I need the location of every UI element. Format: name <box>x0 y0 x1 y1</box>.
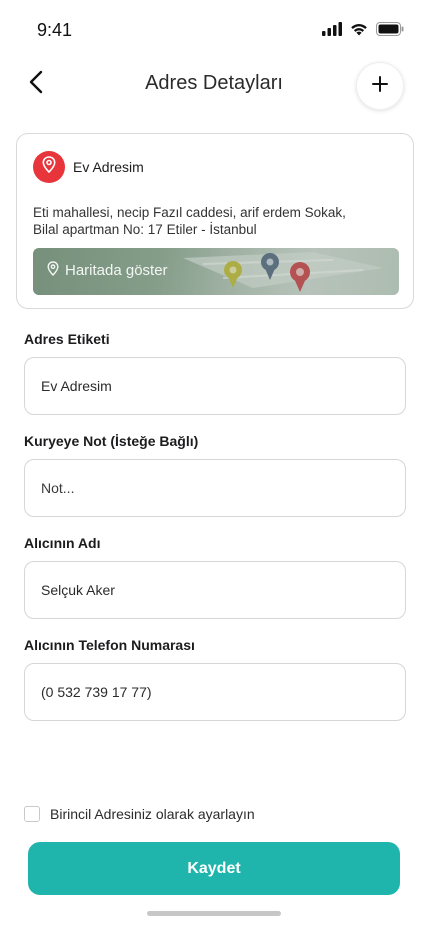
status-bar: 9:41 <box>0 0 428 56</box>
address-line-2: Bilal apartman No: 17 Etiler - İstanbul <box>33 222 257 237</box>
address-line-1: Eti mahallesi, necip Fazıl caddesi, arif… <box>33 205 346 220</box>
status-icons <box>322 22 404 41</box>
plus-icon <box>372 75 388 97</box>
address-card-label: Ev Adresim <box>73 159 144 175</box>
courier-note-input[interactable] <box>24 459 406 517</box>
signal-icon <box>322 22 342 41</box>
primary-address-label: Birincil Adresiniz olarak ayarlayın <box>50 806 255 822</box>
show-on-map-link[interactable]: Haritada göster <box>47 261 168 280</box>
recipient-phone-title: Alıcının Telefon Numarası <box>24 637 195 653</box>
recipient-name-input[interactable] <box>24 561 406 619</box>
address-text: Eti mahallesi, necip Fazıl caddesi, arif… <box>33 204 403 238</box>
add-address-button[interactable] <box>356 62 404 110</box>
recipient-phone-input[interactable] <box>24 663 406 721</box>
map-pin-outline-icon <box>47 261 59 280</box>
wifi-icon <box>350 22 368 41</box>
primary-address-checkbox[interactable] <box>24 806 40 822</box>
primary-address-toggle[interactable]: Birincil Adresiniz olarak ayarlayın <box>24 806 255 822</box>
header: Adres Detayları <box>0 60 428 110</box>
location-pin-icon <box>42 156 56 178</box>
location-pin-badge <box>33 151 65 183</box>
save-button[interactable]: Kaydet <box>28 842 400 895</box>
address-label-title: Adres Etiketi <box>24 331 110 347</box>
recipient-name-title: Alıcının Adı <box>24 535 101 551</box>
home-indicator <box>147 911 281 916</box>
address-card[interactable]: Ev Adresim Eti mahallesi, necip Fazıl ca… <box>16 133 414 309</box>
address-label-input[interactable] <box>24 357 406 415</box>
battery-icon <box>376 22 404 41</box>
status-time: 9:41 <box>37 20 73 40</box>
courier-note-title: Kuryeye Not (İsteğe Bağlı) <box>24 433 199 449</box>
map-preview[interactable]: Haritada göster <box>33 248 399 295</box>
show-on-map-label: Haritada göster <box>65 262 168 279</box>
